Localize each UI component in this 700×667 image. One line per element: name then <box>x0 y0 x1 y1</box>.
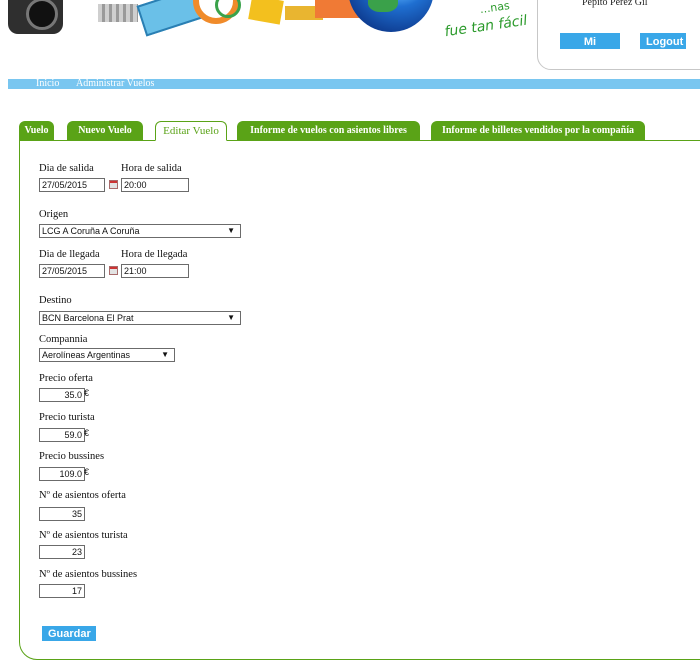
tab-vuelo[interactable]: Vuelo <box>19 121 54 140</box>
asientos-oferta-input[interactable]: 35 <box>39 507 85 521</box>
calendar-icon[interactable] <box>109 266 118 275</box>
compania-selected-value: Aerolíneas Argentinas <box>42 350 131 360</box>
dia-llegada-input[interactable]: 27/05/2015 <box>39 264 105 278</box>
tickets-icon <box>248 0 284 25</box>
label-compania: Compannia <box>39 334 88 345</box>
nav-bar: Inicio Administrar Vuelos <box>8 78 700 90</box>
slogan-line-2: fue tan fácil <box>443 12 529 41</box>
nav-item-administrar-vuelos[interactable]: Administrar Vuelos <box>76 78 154 90</box>
chevron-down-icon: ▼ <box>161 350 169 359</box>
origen-selected-value: LCG A Coruña A Coruña <box>42 226 140 236</box>
precio-turista-input[interactable]: 59.0 <box>39 428 85 442</box>
chevron-down-icon: ▼ <box>227 226 235 235</box>
precio-oferta-input[interactable]: 35.0 <box>39 388 85 402</box>
label-precio-oferta: Precio oferta <box>39 373 93 384</box>
label-origen: Origen <box>39 209 69 220</box>
asientos-turista-input[interactable]: 23 <box>39 545 85 559</box>
label-dia-salida: Dia de salida <box>39 163 94 174</box>
slogan-line-1: ...nas <box>479 0 511 17</box>
label-precio-turista: Precio turista <box>39 412 95 423</box>
user-name: Pepito Pérez Gil <box>582 0 648 8</box>
label-asientos-bussines: Nº de asientos bussines <box>39 569 138 580</box>
account-box: Pepito Pérez Gil Mi cuenta Logout <box>537 0 700 70</box>
edit-flight-panel: Dia de salida Hora de salida 27/05/2015 … <box>19 140 700 660</box>
logout-button[interactable]: Logout <box>640 33 686 49</box>
my-account-button[interactable]: Mi cuenta <box>560 33 620 64</box>
calendar-icon[interactable] <box>109 180 118 189</box>
precio-bussines-input[interactable]: 109.0 <box>39 467 85 481</box>
header: ...nas fue tan fácil Pepito Pérez Gil Mi… <box>0 0 700 78</box>
label-hora-llegada: Hora de llegada <box>121 249 188 260</box>
euro-symbol: € <box>84 467 90 477</box>
tab-informe-asientos-libres[interactable]: Informe de vuelos con asientos libres <box>237 121 420 140</box>
euro-symbol: € <box>84 428 90 438</box>
compania-select[interactable]: Aerolíneas Argentinas ▼ <box>39 348 175 362</box>
hora-salida-input[interactable]: 20:00 <box>121 178 189 192</box>
label-asientos-oferta: Nº de asientos oferta <box>39 490 126 501</box>
tab-nuevo-vuelo[interactable]: Nuevo Vuelo <box>67 121 143 140</box>
header-banner-image <box>0 0 440 40</box>
euro-symbol: € <box>84 388 90 398</box>
nav-item-inicio[interactable]: Inicio <box>36 78 59 90</box>
destino-select[interactable]: BCN Barcelona El Prat ▼ <box>39 311 241 325</box>
slogan: ...nas fue tan fácil <box>442 0 536 48</box>
asientos-bussines-input[interactable]: 17 <box>39 584 85 598</box>
label-destino: Destino <box>39 295 72 306</box>
dia-salida-input[interactable]: 27/05/2015 <box>39 178 105 192</box>
tab-editar-vuelo[interactable]: Editar Vuelo <box>155 121 227 141</box>
save-button[interactable]: Guardar <box>42 626 96 641</box>
label-asientos-turista: Nº de asientos turista <box>39 530 128 541</box>
origen-select[interactable]: LCG A Coruña A Coruña ▼ <box>39 224 241 238</box>
label-precio-bussines: Precio bussines <box>39 451 105 462</box>
label-hora-salida: Hora de salida <box>121 163 182 174</box>
destino-selected-value: BCN Barcelona El Prat <box>42 313 134 323</box>
tab-informe-billetes-vendidos[interactable]: Informe de billetes vendidos por la comp… <box>431 121 645 140</box>
film-strip-icon <box>98 4 138 22</box>
chevron-down-icon: ▼ <box>227 313 235 322</box>
label-dia-llegada: Dia de llegada <box>39 249 100 260</box>
hora-llegada-input[interactable]: 21:00 <box>121 264 189 278</box>
